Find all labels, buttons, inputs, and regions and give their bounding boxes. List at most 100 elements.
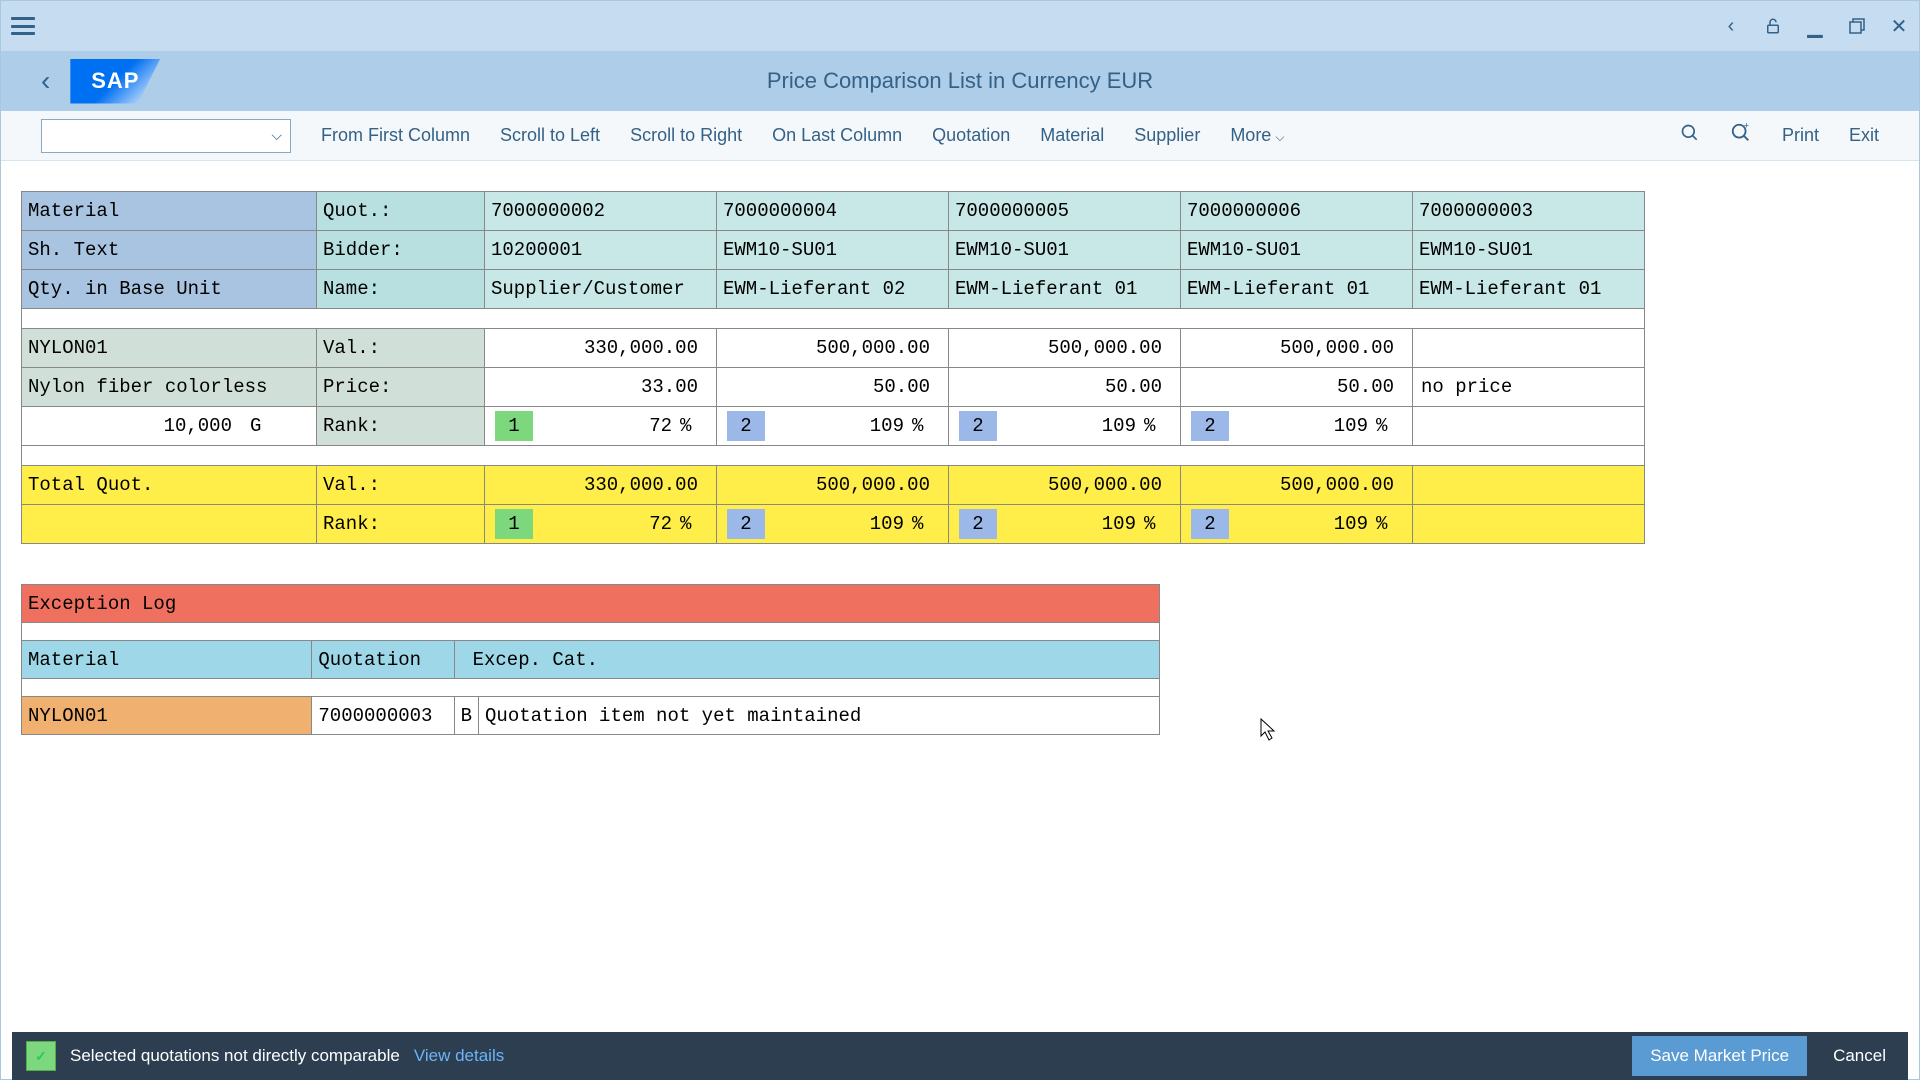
material-val-row: NYLON01 Val.: 330,000.00 500,000.00 500,… xyxy=(22,329,1645,368)
supplier-name: Supplier/Customer xyxy=(485,270,716,308)
header-row: Material Quot.: 7000000002 7000000004 70… xyxy=(22,192,1645,231)
minimize-icon[interactable]: ▁ xyxy=(1805,16,1825,36)
quote-number[interactable]: 7000000002 xyxy=(485,192,716,230)
ex-hdr-material: Material xyxy=(22,641,312,679)
val-cell: 500,000.00 xyxy=(949,329,1180,367)
quote-number[interactable]: 7000000004 xyxy=(717,192,948,230)
val-cell: 330,000.00 xyxy=(485,329,716,367)
total-rank-row: Rank: 172% 2109% 2109% 2109% xyxy=(22,505,1645,544)
chevron-down-icon: ⌵ xyxy=(271,127,282,144)
print-button[interactable]: Print xyxy=(1782,125,1819,146)
supplier-name: EWM-Lieferant 01 xyxy=(949,270,1180,308)
quote-number[interactable]: 7000000003 xyxy=(1413,192,1644,230)
cancel-button[interactable]: Cancel xyxy=(1825,1036,1894,1076)
more-button[interactable]: More⌵ xyxy=(1230,125,1284,146)
qty-cell: 10,000G xyxy=(22,407,316,445)
status-footer: ✓ Selected quotations not directly compa… xyxy=(12,1032,1908,1080)
total-val: 500,000.00 xyxy=(949,466,1180,504)
ex-quotation[interactable]: 7000000003 xyxy=(312,697,454,735)
maximize-icon[interactable] xyxy=(1847,16,1867,36)
ex-hdr-excep: Excep. Cat. xyxy=(454,641,1159,679)
on-last-column-button[interactable]: On Last Column xyxy=(772,125,902,146)
total-val-empty xyxy=(1413,466,1644,504)
total-val: 500,000.00 xyxy=(717,466,948,504)
val-cell-empty xyxy=(1413,329,1644,367)
total-rank: 2109% xyxy=(1181,505,1412,543)
supplier-button[interactable]: Supplier xyxy=(1134,125,1200,146)
hdr-quot: Quot.: xyxy=(317,192,484,230)
total-label: Total Quot. xyxy=(22,466,316,504)
rank-cell-empty xyxy=(1413,407,1644,445)
exception-row: NYLON01 7000000003 B Quotation item not … xyxy=(22,697,1160,735)
rank-cell: 2109% xyxy=(1181,407,1412,445)
svg-text:+: + xyxy=(1744,122,1749,130)
total-val-row: Total Quot. Val.: 330,000.00 500,000.00 … xyxy=(22,466,1645,505)
price-comparison-grid: Material Quot.: 7000000002 7000000004 70… xyxy=(21,191,1645,544)
menu-icon[interactable] xyxy=(11,17,35,35)
hdr-name: Name: xyxy=(317,270,484,308)
total-val: 500,000.00 xyxy=(1181,466,1412,504)
total-val-label: Val.: xyxy=(317,466,484,504)
total-rank: 2109% xyxy=(949,505,1180,543)
scroll-right-button[interactable]: Scroll to Right xyxy=(630,125,742,146)
material-button[interactable]: Material xyxy=(1040,125,1104,146)
rank-cell: 2109% xyxy=(717,407,948,445)
command-field[interactable]: ⌵ xyxy=(41,119,291,153)
exception-log: Exception Log Material Quotation Excep. … xyxy=(21,584,1160,735)
rank-cell: 172% xyxy=(485,407,716,445)
back-nav-icon[interactable]: ‹ xyxy=(1721,16,1741,36)
content-area: Material Quot.: 7000000002 7000000004 70… xyxy=(1,161,1919,1079)
price-label: Price: xyxy=(317,368,484,406)
search-plus-icon[interactable]: + xyxy=(1730,122,1752,149)
from-first-column-button[interactable]: From First Column xyxy=(321,125,470,146)
quotation-button[interactable]: Quotation xyxy=(932,125,1010,146)
no-price-cell: no price xyxy=(1413,368,1644,406)
sap-logo: SAP xyxy=(70,59,160,104)
save-market-price-button[interactable]: Save Market Price xyxy=(1632,1036,1807,1076)
view-details-link[interactable]: View details xyxy=(414,1046,504,1066)
close-icon[interactable]: ✕ xyxy=(1889,16,1909,36)
rank-label: Rank: xyxy=(317,407,484,445)
supplier-name: EWM-Lieferant 02 xyxy=(717,270,948,308)
bidder-value: EWM10-SU01 xyxy=(949,231,1180,269)
material-desc: Nylon fiber colorless xyxy=(22,368,316,406)
total-rank-label: Rank: xyxy=(317,505,484,543)
quote-number[interactable]: 7000000005 xyxy=(949,192,1180,230)
price-cell: 33.00 xyxy=(485,368,716,406)
material-rank-row: 10,000G Rank: 172% 2109% 2109% 2109% xyxy=(22,407,1645,446)
scroll-left-button[interactable]: Scroll to Left xyxy=(500,125,600,146)
val-cell: 500,000.00 xyxy=(717,329,948,367)
total-rank: 172% xyxy=(485,505,716,543)
ex-category: B xyxy=(454,697,478,735)
toolbar: ⌵ From First Column Scroll to Left Scrol… xyxy=(1,111,1919,161)
price-cell: 50.00 xyxy=(1181,368,1412,406)
supplier-name: EWM-Lieferant 01 xyxy=(1181,270,1412,308)
ex-hdr-quotation: Quotation xyxy=(312,641,454,679)
material-id[interactable]: NYLON01 xyxy=(22,329,316,367)
total-blank xyxy=(22,505,316,543)
page-title: Price Comparison List in Currency EUR xyxy=(767,68,1153,94)
quote-number[interactable]: 7000000006 xyxy=(1181,192,1412,230)
hdr-material: Material xyxy=(22,192,316,230)
bidder-value: EWM10-SU01 xyxy=(1413,231,1644,269)
status-message: Selected quotations not directly compara… xyxy=(70,1046,400,1066)
ex-message: Quotation item not yet maintained xyxy=(479,697,1160,735)
supplier-name: EWM-Lieferant 01 xyxy=(1413,270,1644,308)
lock-icon[interactable] xyxy=(1763,16,1783,36)
total-rank: 2109% xyxy=(717,505,948,543)
exit-button[interactable]: Exit xyxy=(1849,125,1879,146)
bidder-row: Sh. Text Bidder: 10200001 EWM10-SU01 EWM… xyxy=(22,231,1645,270)
bidder-value: 10200001 xyxy=(485,231,716,269)
ex-material[interactable]: NYLON01 xyxy=(22,697,312,735)
status-check-icon: ✓ xyxy=(26,1041,56,1071)
app-header: ‹ SAP Price Comparison List in Currency … xyxy=(1,51,1919,111)
material-price-row: Nylon fiber colorless Price: 33.00 50.00… xyxy=(22,368,1645,407)
val-label: Val.: xyxy=(317,329,484,367)
search-icon[interactable] xyxy=(1680,123,1700,148)
hdr-bidder: Bidder: xyxy=(317,231,484,269)
name-row: Qty. in Base Unit Name: Supplier/Custome… xyxy=(22,270,1645,309)
hdr-qtybase: Qty. in Base Unit xyxy=(22,270,316,308)
back-button[interactable]: ‹ xyxy=(21,65,70,97)
window-titlebar: ‹ ▁ ✕ xyxy=(1,1,1919,51)
chevron-down-icon: ⌵ xyxy=(1275,130,1284,144)
